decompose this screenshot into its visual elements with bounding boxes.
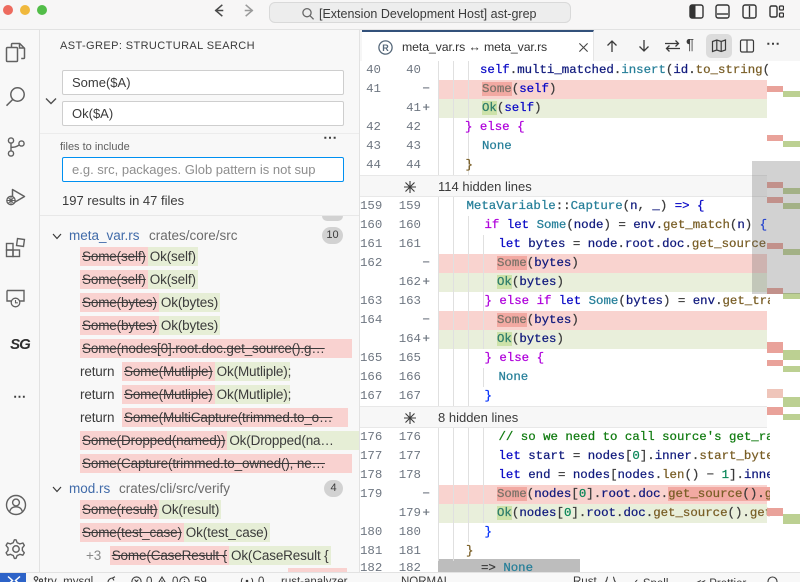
svg-text:R: R: [382, 43, 389, 53]
